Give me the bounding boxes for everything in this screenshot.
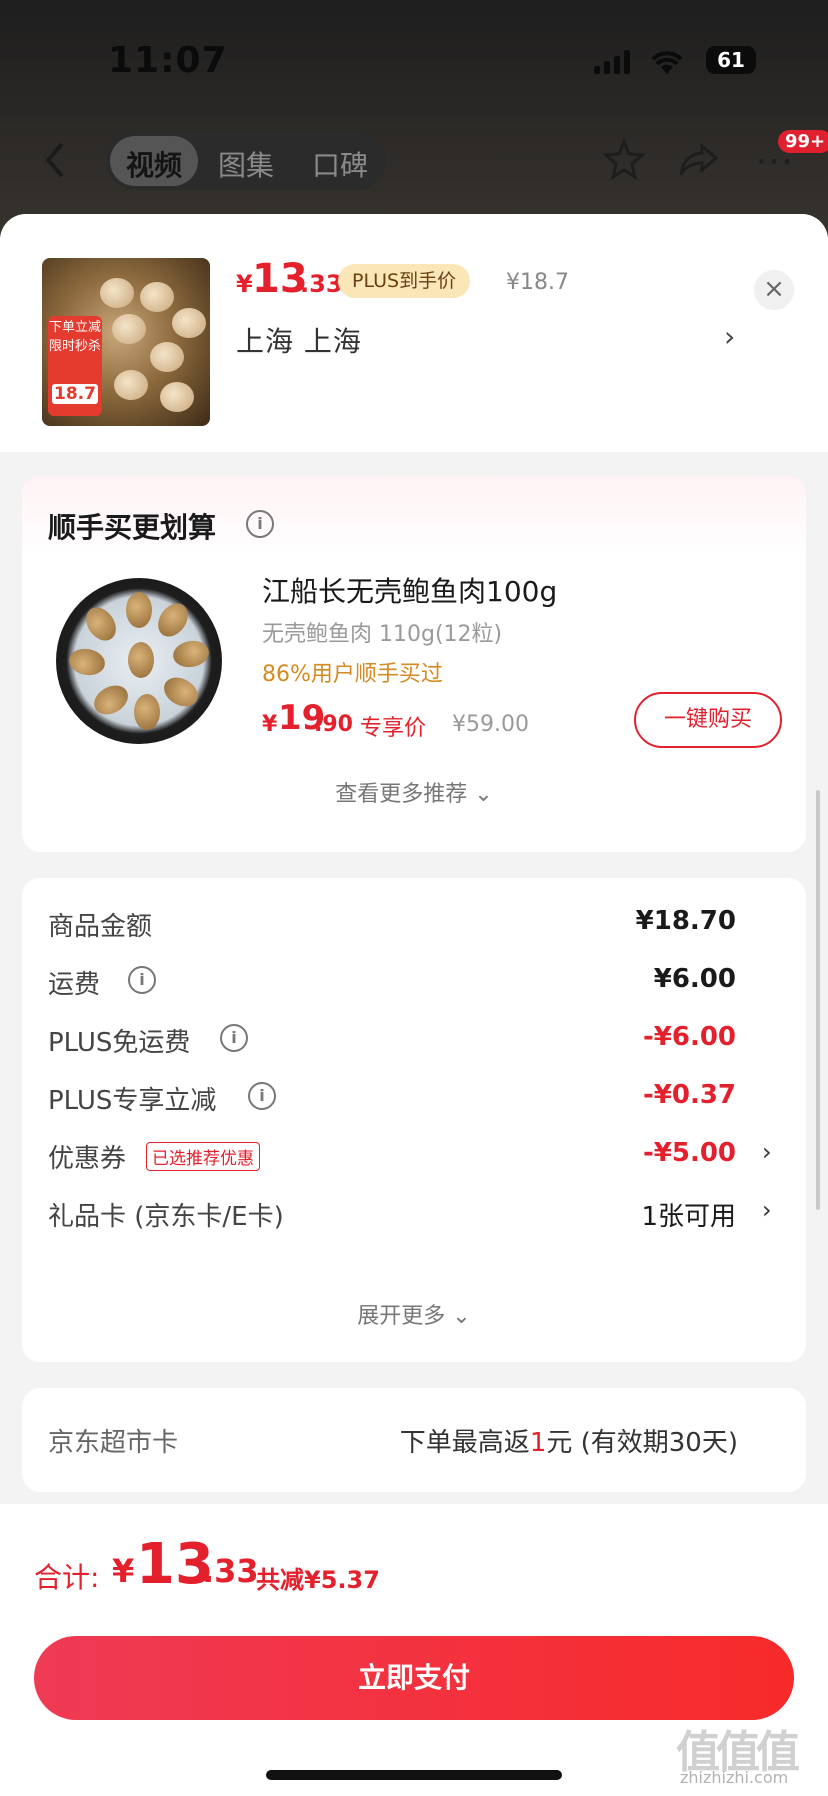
recommend-original-price: ¥59.00 [452, 712, 529, 737]
battery-icon: 61 [706, 46, 756, 74]
coupon-recommended-tag: 已选推荐优惠 [146, 1142, 260, 1171]
total-price-decimal: .33 [202, 1552, 259, 1590]
one-click-buy-button[interactable]: 一键购买 [634, 692, 782, 748]
more-recommendations-link[interactable]: 查看更多推荐 ⌄ [22, 776, 806, 808]
recommend-price-symbol: ¥ [262, 712, 278, 737]
supermarket-card-label: 京东超市卡 [48, 1428, 179, 1458]
row-shipping-label: 运费 [48, 970, 101, 1000]
row-goods-amount-label: 商品金额 [48, 912, 153, 942]
tab-gallery[interactable]: 图集 [218, 144, 274, 184]
share-icon[interactable] [676, 138, 720, 182]
star-icon[interactable] [602, 138, 646, 182]
row-gift-card-value[interactable]: 1张可用 [641, 1196, 736, 1233]
checkout-sheet: 下单立减 限时秒杀 18.7 ¥ 13 .33 PLUS到手价 ¥18.7 × … [0, 214, 828, 1796]
plus-price-badge: PLUS到手价 [338, 264, 471, 298]
chevron-right-icon[interactable]: › [762, 1196, 772, 1224]
supermarket-card-row[interactable]: 京东超市卡 下单最高返1元 (有效期30天) [22, 1388, 806, 1492]
signal-icon [594, 50, 630, 74]
tab-reviews[interactable]: 口碑 [312, 144, 368, 184]
recommend-bought-rate: 86%用户顺手买过 [262, 662, 443, 687]
total-label: 合计: [34, 1561, 100, 1594]
back-icon[interactable] [40, 140, 70, 180]
row-shipping-value: ¥6.00 [653, 964, 736, 994]
wifi-icon [651, 51, 683, 74]
info-icon[interactable]: i [128, 966, 156, 994]
info-icon[interactable]: i [248, 1082, 276, 1110]
row-plus-free-shipping-value: -¥6.00 [642, 1022, 736, 1052]
total-price-symbol: ¥ [112, 1552, 135, 1590]
supermarket-card-value: 下单最高返1元 (有效期30天) [399, 1428, 738, 1458]
header-price-symbol: ¥ [236, 270, 253, 298]
chevron-right-icon[interactable]: › [724, 320, 735, 353]
info-icon[interactable]: i [246, 510, 274, 538]
tab-video[interactable]: 视频 [126, 144, 182, 184]
scrollbar[interactable] [816, 790, 820, 1210]
info-icon[interactable]: i [220, 1024, 248, 1052]
recommend-product-name[interactable]: 江船长无壳鲍鱼肉100g [262, 570, 557, 610]
home-indicator[interactable] [266, 1770, 562, 1780]
recommend-card: 顺手买更划算 i 江船长无壳鲍鱼肉100g 无壳鲍鱼肉 110g(12粒) 86… [22, 476, 806, 852]
row-plus-free-shipping-label: PLUS免运费 [48, 1028, 191, 1058]
row-plus-discount-value: -¥0.37 [642, 1080, 736, 1110]
price-summary-card: 商品金额 ¥18.70 运费 i ¥6.00 PLUS免运费 i -¥6.00 … [22, 878, 806, 1362]
row-coupon-label[interactable]: 优惠券 [48, 1138, 126, 1175]
pay-now-button[interactable]: 立即支付 [34, 1636, 794, 1720]
row-gift-card-label[interactable]: 礼品卡 (京东卡/E卡) [48, 1196, 284, 1233]
close-icon[interactable]: × [754, 270, 794, 310]
product-thumbnail: 下单立减 限时秒杀 18.7 [42, 258, 210, 426]
status-time: 11:07 [108, 40, 228, 81]
row-plus-discount-label: PLUS专享立减 [48, 1086, 217, 1116]
thumbnail-promo-tag: 下单立减 限时秒杀 18.7 [48, 316, 102, 416]
sheet-header: 下单立减 限时秒杀 18.7 ¥ 13 .33 PLUS到手价 ¥18.7 × … [0, 214, 828, 452]
delivery-address[interactable]: 上海 上海 [236, 320, 362, 360]
row-coupon-value[interactable]: -¥5.00 [643, 1138, 736, 1168]
recommend-price-decimal: .90 [314, 712, 353, 737]
chevron-right-icon[interactable]: › [762, 1138, 772, 1166]
recommend-product-spec: 无壳鲍鱼肉 110g(12粒) [262, 622, 503, 647]
recommend-product-image[interactable] [46, 568, 232, 754]
total-saved-amount: 共减¥5.37 [256, 1566, 380, 1594]
recommend-exclusive-label: 专享价 [360, 716, 427, 741]
message-badge: 99+ [778, 130, 828, 153]
recommend-title: 顺手买更划算 [48, 511, 217, 544]
watermark-url: zhizhizhi.com [680, 1768, 789, 1787]
header-original-price: ¥18.7 [506, 270, 569, 295]
expand-more-link[interactable]: 展开更多 ⌄ [22, 1298, 806, 1330]
header-price-decimal: .33 [300, 270, 343, 298]
row-goods-amount-value: ¥18.70 [635, 906, 736, 936]
